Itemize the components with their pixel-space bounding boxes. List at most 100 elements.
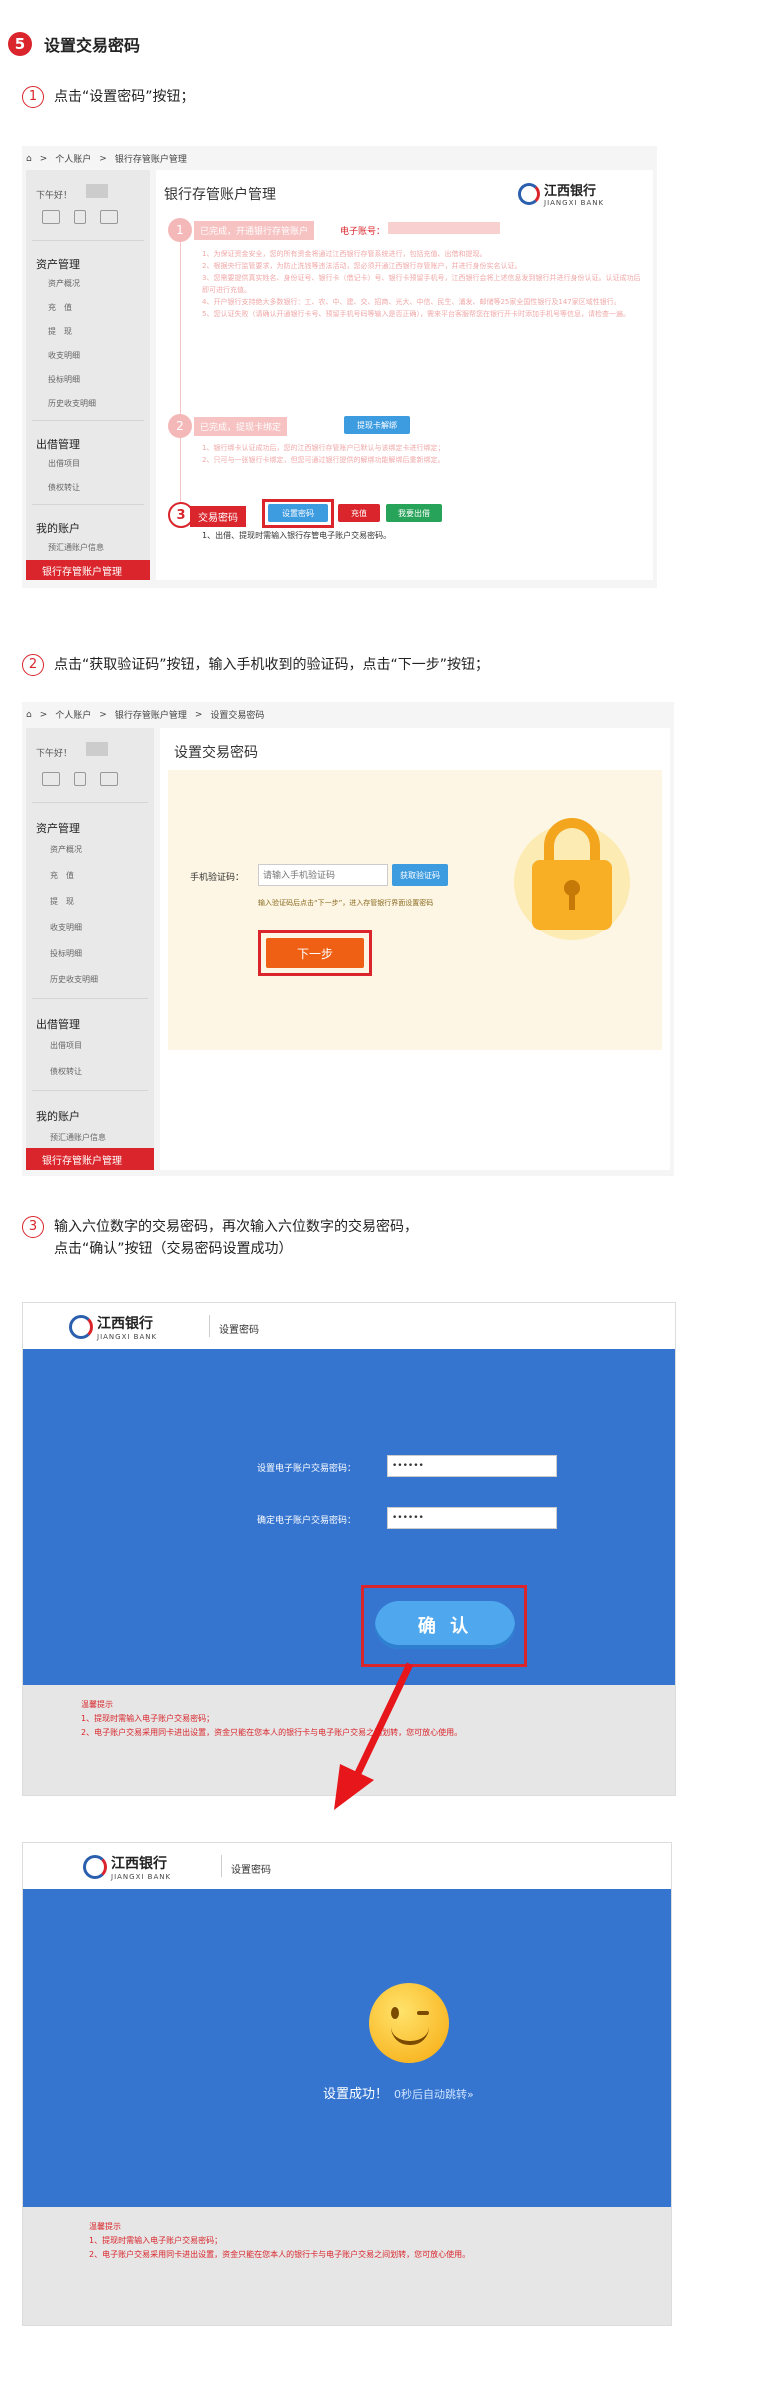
step-header: 5 设置交易密码 — [8, 32, 140, 56]
sidebar-item[interactable]: 充 值 — [50, 870, 74, 881]
screenshot-success: 江西银行 JIANGXI BANK 设置密码 设置成功！ 0秒后自动跳转» 温馨… — [22, 1842, 672, 2326]
instruction-1: 1 点击“设置密码”按钮； — [22, 86, 195, 108]
bank-logo: 江西银行 JIANGXI BANK — [69, 1313, 157, 1341]
instruction-text: 点击“设置密码”按钮； — [54, 89, 195, 105]
sidebar-item[interactable]: 历史收支明细 — [50, 974, 98, 985]
instruction-3: 3 输入六位数字的交易密码，再次输入六位数字的交易密码， 点击“确认”按钮（交易… — [22, 1216, 418, 1260]
sidebar-item[interactable]: 收支明细 — [48, 350, 80, 361]
bank-logo-icon — [69, 1315, 93, 1339]
breadcrumb-item[interactable]: 银行存管账户管理 — [115, 708, 187, 721]
sidebar-item[interactable]: 出借项目 — [48, 458, 80, 469]
confirm-password-label: 确定电子账户交易密码： — [257, 1516, 357, 1526]
success-message: 设置成功！ 0秒后自动跳转» — [323, 2083, 474, 2102]
breadcrumb-item[interactable]: 设置交易密码 — [210, 708, 264, 721]
step-title: 设置交易密码 — [44, 36, 141, 55]
instruction-number: 2 — [22, 654, 44, 676]
page-title: 设置交易密码 — [174, 745, 258, 761]
sidebar-item[interactable]: 资产概况 — [48, 278, 80, 289]
main-content: 银行存管账户管理 江西银行 JIANGXI BANK 1 已完成，开通银行存管账… — [156, 170, 653, 580]
redirect-link[interactable]: 0秒后自动跳转» — [394, 2086, 474, 2102]
sidebar-head-assets: 资产管理 — [36, 258, 80, 271]
greeting: 下午好！ — [36, 191, 73, 201]
recharge-button[interactable]: 充值 — [338, 504, 380, 522]
sidebar-item[interactable]: 出借项目 — [50, 1040, 82, 1051]
password-form: 设置电子账户交易密码： •••••• 确定电子账户交易密码： •••••• 确 … — [23, 1349, 675, 1685]
step-2-notes: 1、银行绑卡认证成功后，您的江西银行存管账户已默认与该绑定卡进行绑定； 2、只可… — [202, 444, 445, 464]
lock-icon — [514, 810, 630, 940]
arrow-down-left-icon — [334, 1662, 414, 1810]
account-number — [388, 222, 500, 234]
greeting: 下午好！ — [36, 749, 73, 759]
sidebar-item[interactable]: 收支明细 — [50, 922, 82, 933]
screenshot-verify-code: ⌂ > 个人账户 > 银行存管账户管理 > 设置交易密码 下午好！ 资产管理 资产概况… — [22, 702, 674, 1176]
header-title: 设置密码 — [231, 1865, 271, 1876]
sidebar-item[interactable]: 债权转让 — [48, 482, 80, 493]
sidebar: 下午好！ 资产管理 资产概况 充 值 提 现 收支明细 投标明细 历史收支明细 … — [26, 728, 154, 1170]
avatar — [86, 742, 108, 756]
tip-line: 2、电子账户交易采用同卡进出设置，资金只能在您本人的银行卡与电子账户交易之间划转… — [89, 2250, 471, 2259]
sidebar-item[interactable]: 提 现 — [50, 896, 74, 907]
bank-logo: 江西银行 JIANGXI BANK — [83, 1853, 171, 1881]
sidebar-item[interactable]: 提 现 — [48, 326, 72, 337]
step-1-notes: 1、为保证资金安全，您的所有资金将通过江西银行存管系统进行，包括充值、出借和提现… — [202, 250, 641, 318]
instruction-text: 点击“获取验证码”按钮，输入手机收到的验证码，点击“下一步”按钮； — [54, 657, 490, 673]
breadcrumb: ⌂ > 个人账户 > 银行存管账户管理 > 设置交易密码 — [26, 708, 265, 722]
lend-button[interactable]: 我要出借 — [386, 504, 442, 522]
sidebar-item[interactable]: 历史收支明细 — [48, 398, 96, 409]
sidebar-head-assets: 资产管理 — [36, 822, 80, 835]
home-icon[interactable]: ⌂ — [26, 154, 32, 164]
sidebar-item-bank-custody[interactable]: 银行存管账户管理 — [26, 1148, 154, 1170]
bank-header: 江西银行 JIANGXI BANK 设置密码 — [23, 1843, 671, 1889]
confirm-button[interactable]: 确 认 — [375, 1601, 515, 1649]
page-title: 银行存管账户管理 — [164, 187, 276, 203]
phone-icon[interactable] — [74, 210, 86, 224]
sidebar-item[interactable]: 债权转让 — [50, 1066, 82, 1077]
progress-step-1: 1 — [168, 218, 192, 242]
confirm-password-input[interactable]: •••••• — [387, 1507, 557, 1529]
sidebar-item[interactable]: 预汇通账户信息 — [48, 542, 104, 553]
account-label: 电子账号： — [340, 227, 386, 237]
password-label: 设置电子账户交易密码： — [257, 1464, 357, 1474]
breadcrumb-item[interactable]: 银行存管账户管理 — [115, 152, 187, 165]
unbind-card-button[interactable]: 提现卡解绑 — [344, 416, 410, 434]
mail-icon[interactable] — [100, 210, 118, 224]
sidebar: 下午好！ 资产管理 资产概况 充 值 提 现 收支明细 投标明细 历史收支明细 … — [26, 170, 150, 580]
id-card-icon[interactable] — [42, 772, 60, 786]
id-card-icon[interactable] — [42, 210, 60, 224]
password-input[interactable]: •••••• — [387, 1455, 557, 1477]
phone-code-input[interactable] — [258, 864, 388, 886]
set-password-button[interactable]: 设置密码 — [268, 504, 328, 522]
instruction-2: 2 点击“获取验证码”按钮，输入手机收到的验证码，点击“下一步”按钮； — [22, 654, 489, 676]
header-title: 设置密码 — [219, 1325, 259, 1336]
breadcrumb-item[interactable]: 个人账户 — [55, 152, 91, 165]
step-3-note: 1、出借、提现时需输入银行存管电子账户交易密码。 — [202, 531, 392, 540]
next-button[interactable]: 下一步 — [266, 938, 364, 968]
sidebar-item[interactable]: 充 值 — [48, 302, 72, 313]
get-code-button[interactable]: 获取验证码 — [392, 864, 448, 886]
verify-panel: 手机验证码： 获取验证码 输入验证码后点击“下一步”，进入存管银行界面设置密码 … — [168, 770, 662, 1050]
mail-icon[interactable] — [100, 772, 118, 786]
tip-line: 1、提现时需输入电子账户交易密码； — [89, 2236, 223, 2245]
sidebar-item[interactable]: 资产概况 — [50, 844, 82, 855]
success-text: 设置成功！ — [323, 2087, 389, 2102]
breadcrumb-item[interactable]: 个人账户 — [55, 708, 91, 721]
instruction-number: 3 — [22, 1216, 44, 1238]
tips-panel: 温馨提示 1、提现时需输入电子账户交易密码； 2、电子账户交易采用同卡进出设置，… — [23, 2207, 671, 2325]
sidebar-item[interactable]: 预汇通账户信息 — [50, 1132, 106, 1143]
sidebar-item-bank-custody[interactable]: 银行存管账户管理 — [26, 560, 150, 580]
sidebar-head-lending: 出借管理 — [36, 1018, 80, 1031]
home-icon[interactable]: ⌂ — [26, 710, 32, 720]
bank-logo: 江西银行 JIANGXI BANK — [518, 180, 604, 207]
phone-code-label: 手机验证码： — [190, 873, 245, 883]
breadcrumb: ⌂ > 个人账户 > 银行存管账户管理 — [26, 152, 187, 166]
sidebar-item[interactable]: 投标明细 — [50, 948, 82, 959]
avatar — [86, 184, 108, 198]
sidebar-head-account: 我的账户 — [36, 1110, 80, 1123]
step-number-badge: 5 — [8, 32, 32, 56]
smiley-icon — [369, 1983, 449, 2063]
sidebar-item[interactable]: 投标明细 — [48, 374, 80, 385]
instruction-text: 点击“确认”按钮（交易密码设置成功） — [54, 1241, 293, 1257]
phone-icon[interactable] — [74, 772, 86, 786]
step-3-label: 交易密码 — [190, 506, 246, 527]
screenshot-account-management: ⌂ > 个人账户 > 银行存管账户管理 下午好！ 资产管理 资产概况 充 值 提 现… — [22, 146, 657, 588]
